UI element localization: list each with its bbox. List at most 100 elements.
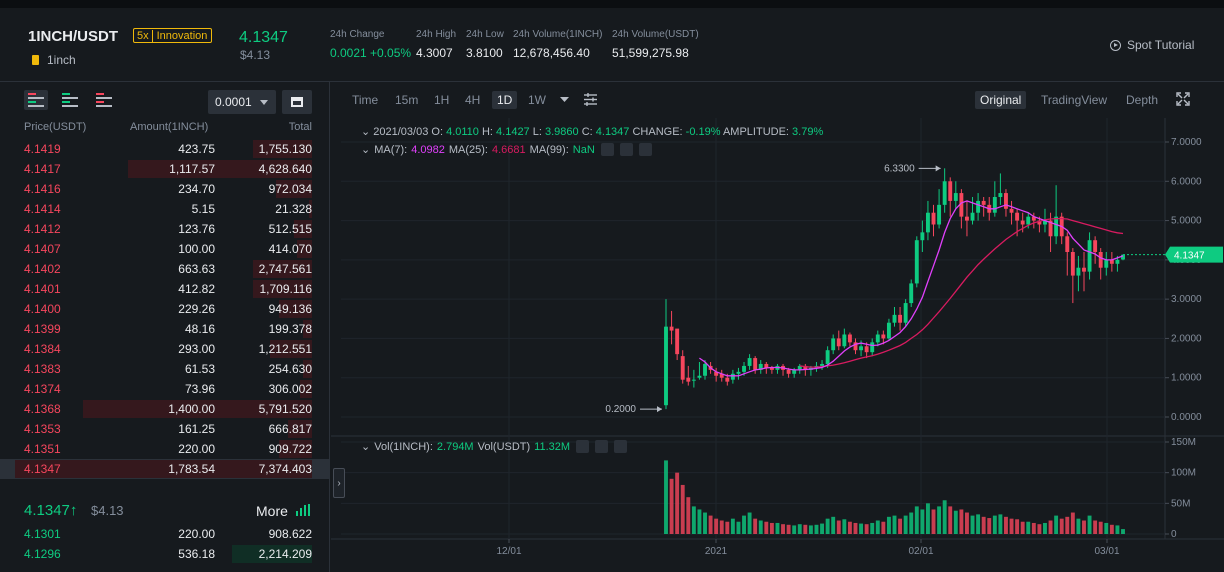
- row-total: 2,214.209: [258, 547, 312, 561]
- volume-bar: [1009, 518, 1014, 534]
- stat-label: 24h Low: [466, 29, 504, 40]
- leverage-tag[interactable]: 5x Innovation: [133, 28, 213, 43]
- candle-body: [786, 369, 791, 374]
- volume-bar: [675, 472, 680, 534]
- row-total: 1,755.130: [258, 142, 312, 156]
- coin-info[interactable]: 1inch: [32, 53, 76, 67]
- candle-body: [976, 200, 981, 213]
- stat-24h-high: 24h High 4.3007: [416, 29, 456, 60]
- expand-sidebar-button[interactable]: ›: [333, 468, 345, 498]
- pair-title[interactable]: 1INCH/USDT: [28, 28, 118, 45]
- volume-bar: [814, 524, 819, 534]
- volume-bar: [892, 515, 897, 534]
- candle-body: [664, 326, 668, 406]
- candle-body: [1070, 252, 1075, 276]
- candle-body: [920, 232, 925, 241]
- stat-value: 12,678,456.40: [513, 46, 590, 60]
- gear-icon[interactable]: [619, 143, 633, 156]
- candle-body: [965, 216, 969, 221]
- row-price: 4.1402: [24, 262, 61, 276]
- chart-panel: Time 15m 1H 4H 1D 1W Original TradingVie…: [331, 82, 1224, 572]
- ask-row[interactable]: 4.1353 161.25 666.817: [0, 419, 330, 439]
- ask-row[interactable]: 4.1368 1,400.00 5,791.520: [0, 399, 330, 419]
- ask-row[interactable]: 4.1351 220.00 909.722: [0, 439, 330, 459]
- volume-bar: [1015, 519, 1020, 534]
- ohlc-close: 4.1347: [595, 126, 630, 138]
- ask-row[interactable]: 4.1414 5.15 21.328: [0, 199, 330, 219]
- volume-bar: [781, 524, 785, 534]
- spot-tutorial-link[interactable]: Spot Tutorial: [1110, 38, 1194, 52]
- y-tick-label: 0.0000: [1171, 412, 1202, 423]
- eye-icon[interactable]: [576, 440, 590, 453]
- volume-bar: [1098, 521, 1103, 534]
- row-price: 4.1368: [24, 402, 61, 416]
- ohlc-date: 2021/03/03: [373, 126, 429, 138]
- volume-bar: [1004, 516, 1008, 534]
- ohlc-legend: ⌄ 2021/03/03 O: 4.0110 H: 4.1427 L: 3.98…: [361, 126, 824, 138]
- bids-only-view-icon[interactable]: [58, 90, 82, 110]
- row-total: 2,747.561: [258, 262, 312, 276]
- stat-value: 3.8100: [466, 46, 503, 60]
- candle-body: [1104, 259, 1109, 268]
- ask-row[interactable]: 4.1402 663.63 2,747.561: [0, 259, 330, 279]
- ask-row[interactable]: 4.1419 423.75 1,755.130: [0, 139, 330, 159]
- orderbook-settings-button[interactable]: [282, 90, 312, 114]
- y-tick-label: 5.0000: [1171, 216, 1202, 227]
- eye-icon[interactable]: [600, 143, 614, 156]
- x-tick-label: 12/01: [496, 546, 521, 557]
- candle-body: [942, 181, 947, 205]
- more-link[interactable]: More: [256, 503, 288, 519]
- row-amount: 663.63: [178, 262, 215, 276]
- row-price: 4.1419: [24, 142, 61, 156]
- coin-icon: [32, 55, 39, 65]
- innovation-label: Innovation: [156, 29, 208, 42]
- volume-bar: [730, 518, 735, 534]
- collapse-icon[interactable]: ⌄: [361, 126, 370, 138]
- gear-icon[interactable]: [595, 440, 609, 453]
- candle-body: [686, 377, 691, 382]
- row-total: 7,374.403: [258, 462, 312, 476]
- bid-row[interactable]: 4.1296 536.18 2,214.209: [0, 544, 330, 564]
- row-amount: 123.76: [178, 222, 215, 236]
- ask-row[interactable]: 4.1401 412.82 1,709.116: [0, 279, 330, 299]
- volume-bar: [764, 521, 769, 534]
- bid-row[interactable]: 4.1301 220.00 908.622: [0, 524, 330, 544]
- row-amount: 1,117.57: [169, 162, 215, 176]
- ask-row[interactable]: 4.1412 123.76 512.515: [0, 219, 330, 239]
- row-amount: 220.00: [178, 442, 215, 456]
- volume-bar: [664, 460, 668, 534]
- ask-row[interactable]: 4.1384 293.00 1,212.551: [0, 339, 330, 359]
- volume-bar: [970, 515, 975, 534]
- candle-body: [870, 342, 875, 353]
- low-annotation: 0.2000: [605, 404, 636, 415]
- volume-bar: [948, 506, 953, 534]
- ask-row[interactable]: 4.1400 229.26 949.136: [0, 299, 330, 319]
- ask-row[interactable]: 4.1399 48.16 199.378: [0, 319, 330, 339]
- volume-bar: [903, 515, 908, 534]
- row-total: 254.630: [268, 362, 312, 376]
- ask-row[interactable]: 4.1383 61.53 254.630: [0, 359, 330, 379]
- close-icon[interactable]: [614, 440, 628, 453]
- row-price: 4.1412: [24, 222, 61, 236]
- volume-bar: [1054, 515, 1059, 534]
- candle-body: [831, 338, 836, 351]
- asks-only-view-icon[interactable]: [92, 90, 116, 110]
- y-tick-label: 2.0000: [1171, 333, 1202, 344]
- stat-value: 4.3007: [416, 46, 453, 60]
- ask-row[interactable]: 4.1374 73.96 306.002: [0, 379, 330, 399]
- coin-name: 1inch: [47, 53, 76, 67]
- ask-row[interactable]: 4.1416 234.70 972.034: [0, 179, 330, 199]
- close-icon[interactable]: [638, 143, 652, 156]
- row-price: 4.1401: [24, 282, 61, 296]
- both-sides-view-icon[interactable]: [24, 90, 48, 110]
- candle-body: [836, 338, 841, 347]
- ask-row[interactable]: 4.1407 100.00 414.070: [0, 239, 330, 259]
- volume-bar: [836, 520, 841, 534]
- volume-bar: [886, 516, 891, 534]
- collapse-icon[interactable]: ⌄: [361, 440, 370, 453]
- ask-row[interactable]: 4.1417 1,117.57 4,628.640: [0, 159, 330, 179]
- collapse-icon[interactable]: ⌄: [361, 143, 370, 156]
- tick-size-select[interactable]: 0.0001: [208, 90, 276, 114]
- ask-row[interactable]: 4.1347 1,783.54 7,374.403: [0, 459, 330, 479]
- candle-body: [898, 314, 903, 323]
